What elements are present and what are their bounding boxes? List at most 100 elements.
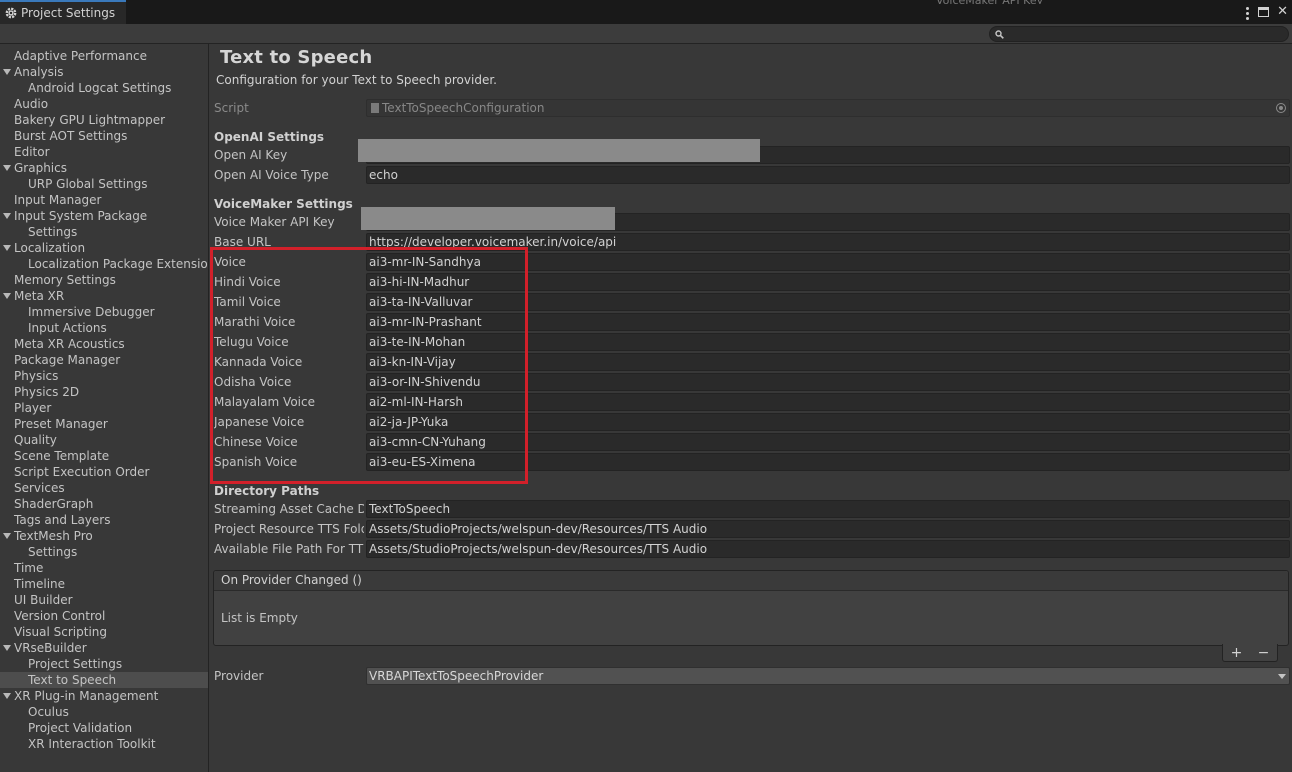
sidebar-item[interactable]: Player xyxy=(0,400,208,416)
sidebar-item-label: Preset Manager xyxy=(14,417,108,431)
script-field[interactable]: TextToSpeechConfiguration xyxy=(366,99,1290,117)
sidebar-item-label: ShaderGraph xyxy=(14,497,94,511)
sidebar-item[interactable]: Settings xyxy=(0,544,208,560)
sidebar-item[interactable]: Services xyxy=(0,480,208,496)
script-row: Script TextToSpeechConfiguration xyxy=(214,99,1290,117)
voice-field[interactable]: ai3-eu-ES-Ximena xyxy=(366,453,1290,471)
sidebar-item[interactable]: Visual Scripting xyxy=(0,624,208,640)
voice-field[interactable]: ai2-ja-JP-Yuka xyxy=(366,413,1290,431)
voice-field[interactable]: ai3-ta-IN-Valluvar xyxy=(366,293,1290,311)
sidebar-item[interactable]: Tags and Layers xyxy=(0,512,208,528)
voice-field[interactable]: ai2-ml-IN-Harsh xyxy=(366,393,1290,411)
directory-path-field[interactable]: TextToSpeech xyxy=(366,500,1290,518)
sidebar-item[interactable]: Input System Package xyxy=(0,208,208,224)
voice-row: Japanese Voice ai2-ja-JP-Yuka xyxy=(214,413,1290,431)
sidebar-item[interactable]: Scene Template xyxy=(0,448,208,464)
sidebar-item[interactable]: URP Global Settings xyxy=(0,176,208,192)
voice-field[interactable]: ai3-or-IN-Shivendu xyxy=(366,373,1290,391)
sidebar-item-label: Time xyxy=(14,561,44,575)
sidebar-item[interactable]: XR Interaction Toolkit xyxy=(0,736,208,752)
voicemaker-section-header: VoiceMaker Settings xyxy=(214,197,353,211)
directory-path-field[interactable]: Assets/StudioProjects/welspun-dev/Resour… xyxy=(366,520,1290,538)
sidebar-item-label: XR Interaction Toolkit xyxy=(28,737,156,751)
sidebar-item-label: Input System Package xyxy=(14,209,148,223)
sidebar-item[interactable]: Burst AOT Settings xyxy=(0,128,208,144)
sidebar-item[interactable]: Text to Speech xyxy=(0,672,208,688)
sidebar-item[interactable]: XR Plug-in Management xyxy=(0,688,208,704)
foldout-arrow-icon[interactable] xyxy=(3,245,11,251)
sidebar-item[interactable]: Input Actions xyxy=(0,320,208,336)
sidebar-item[interactable]: Project Settings xyxy=(0,656,208,672)
sidebar-item[interactable]: Package Manager xyxy=(0,352,208,368)
openai-voice-type-field[interactable]: echo xyxy=(366,166,1290,184)
chevron-down-icon xyxy=(1278,674,1286,679)
provider-dropdown[interactable]: VRBAPITextToSpeechProvider xyxy=(366,667,1290,685)
foldout-arrow-icon[interactable] xyxy=(3,645,11,651)
tab-project-settings[interactable]: Project Settings xyxy=(0,0,126,24)
foldout-arrow-icon[interactable] xyxy=(3,693,11,699)
sidebar-item[interactable]: Version Control xyxy=(0,608,208,624)
sidebar-item[interactable]: VRseBuilder xyxy=(0,640,208,656)
foldout-arrow-icon[interactable] xyxy=(3,533,11,539)
voice-row: Marathi Voice ai3-mr-IN-Prashant xyxy=(214,313,1290,331)
sidebar-item[interactable]: Editor xyxy=(0,144,208,160)
script-file-icon xyxy=(371,103,379,113)
sidebar-item-label: Tags and Layers xyxy=(14,513,111,527)
sidebar-item[interactable]: Time xyxy=(0,560,208,576)
sidebar-item[interactable]: Input Manager xyxy=(0,192,208,208)
foldout-arrow-icon[interactable] xyxy=(3,69,11,75)
sidebar-item[interactable]: Graphics xyxy=(0,160,208,176)
sidebar-item[interactable]: Meta XR xyxy=(0,288,208,304)
sidebar-item[interactable]: Memory Settings xyxy=(0,272,208,288)
sidebar-item[interactable]: Adaptive Performance xyxy=(0,48,208,64)
sidebar-item-label: Version Control xyxy=(14,609,106,623)
sidebar-item[interactable]: Quality xyxy=(0,432,208,448)
foldout-arrow-icon[interactable] xyxy=(3,293,11,299)
sidebar-item[interactable]: Bakery GPU Lightmapper xyxy=(0,112,208,128)
sidebar-item[interactable]: Physics 2D xyxy=(0,384,208,400)
sidebar-item[interactable]: Oculus xyxy=(0,704,208,720)
sidebar-item-label: Physics xyxy=(14,369,59,383)
voice-field[interactable]: ai3-mr-IN-Sandhya xyxy=(366,253,1290,271)
object-picker-icon[interactable] xyxy=(1276,103,1286,113)
provider-value: VRBAPITextToSpeechProvider xyxy=(369,669,544,683)
sidebar-item[interactable]: Localization xyxy=(0,240,208,256)
maximize-icon[interactable] xyxy=(1258,7,1270,17)
voice-field[interactable]: ai3-kn-IN-Vijay xyxy=(366,353,1290,371)
sidebar-item[interactable]: Settings xyxy=(0,224,208,240)
voice-row: Spanish Voice ai3-eu-ES-Ximena xyxy=(214,453,1290,471)
add-listener-button[interactable]: + xyxy=(1231,645,1243,661)
remove-listener-button[interactable]: − xyxy=(1258,645,1270,661)
script-value: TextToSpeechConfiguration xyxy=(382,101,545,115)
sidebar-item[interactable]: TextMesh Pro xyxy=(0,528,208,544)
sidebar-item[interactable]: UI Builder xyxy=(0,592,208,608)
more-options-icon[interactable] xyxy=(1246,5,1250,20)
sidebar-item[interactable]: Preset Manager xyxy=(0,416,208,432)
sidebar-item[interactable]: Analysis xyxy=(0,64,208,80)
sidebar-item[interactable]: Meta XR Acoustics xyxy=(0,336,208,352)
sidebar-item-label: Audio xyxy=(14,97,49,111)
sidebar-item[interactable]: Localization Package Extension xyxy=(0,256,208,272)
voice-row: Telugu Voice ai3-te-IN-Mohan xyxy=(214,333,1290,351)
sidebar-item[interactable]: Immersive Debugger xyxy=(0,304,208,320)
sidebar-item[interactable]: Timeline xyxy=(0,576,208,592)
close-icon[interactable]: ✕ xyxy=(1277,3,1288,21)
sidebar-item[interactable]: Physics xyxy=(0,368,208,384)
sidebar-item-label: Text to Speech xyxy=(28,673,117,687)
voice-field[interactable]: ai3-mr-IN-Prashant xyxy=(366,313,1290,331)
sidebar-item[interactable]: ShaderGraph xyxy=(0,496,208,512)
directory-path-field[interactable]: Assets/StudioProjects/welspun-dev/Resour… xyxy=(366,540,1290,558)
voice-field[interactable]: ai3-hi-IN-Madhur xyxy=(366,273,1290,291)
base-url-field[interactable]: https://developer.voicemaker.in/voice/ap… xyxy=(366,233,1290,251)
foldout-arrow-icon[interactable] xyxy=(3,213,11,219)
sidebar-item-label: Graphics xyxy=(14,161,67,175)
event-header: On Provider Changed () xyxy=(214,571,1288,591)
search-input[interactable] xyxy=(989,26,1289,42)
sidebar-item[interactable]: Android Logcat Settings xyxy=(0,80,208,96)
sidebar-item[interactable]: Script Execution Order xyxy=(0,464,208,480)
sidebar-item[interactable]: Audio xyxy=(0,96,208,112)
sidebar-item[interactable]: Project Validation xyxy=(0,720,208,736)
voice-field[interactable]: ai3-cmn-CN-Yuhang xyxy=(366,433,1290,451)
foldout-arrow-icon[interactable] xyxy=(3,165,11,171)
voice-field[interactable]: ai3-te-IN-Mohan xyxy=(366,333,1290,351)
